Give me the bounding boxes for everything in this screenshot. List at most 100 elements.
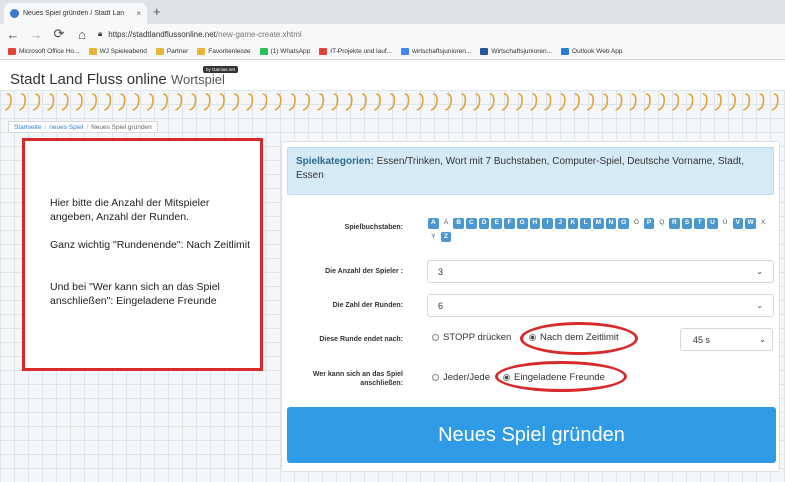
spiral-ring bbox=[33, 93, 41, 111]
forward-icon[interactable]: → bbox=[26, 27, 46, 42]
breadcrumb-home-link[interactable]: Startseite bbox=[14, 124, 41, 131]
join-everyone-radio[interactable]: Jeder/Jede bbox=[432, 372, 490, 383]
bookmark-item[interactable]: Outlook Web App bbox=[561, 48, 622, 55]
join-everyone-label: Jeder/Jede bbox=[443, 372, 491, 383]
spiral-ring bbox=[89, 93, 98, 111]
browser-tab[interactable]: Neues Spiel gründen / Stadt Lan × bbox=[4, 3, 147, 24]
letter-toggle-H[interactable]: H bbox=[529, 218, 541, 229]
bookmark-label: Microsoft Office Ho... bbox=[19, 48, 80, 55]
spiral-ring bbox=[132, 93, 140, 111]
spiral-ring bbox=[260, 93, 268, 111]
bookmark-label: Wirtschaftsjunioren... bbox=[491, 48, 553, 55]
letter-toggle-Ü[interactable]: Ü bbox=[720, 218, 731, 229]
bookmark-item[interactable]: WJ Spieleabend bbox=[88, 48, 147, 55]
letter-toggle-D[interactable]: D bbox=[478, 218, 490, 229]
bookmark-icon bbox=[259, 48, 268, 55]
spiral-ring bbox=[160, 93, 169, 111]
spiral-ring bbox=[402, 93, 410, 111]
letter-toggle-W[interactable]: W bbox=[745, 218, 756, 229]
create-game-button[interactable]: Neues Spiel gründen bbox=[287, 407, 776, 463]
brand-sub: Wortspiel bbox=[170, 72, 225, 87]
spiral-ring bbox=[558, 93, 566, 111]
url-field[interactable]: 🔒︎ https://stadtlandflussonline.net /new… bbox=[98, 29, 302, 39]
bookmark-item[interactable]: wirtschaftsjunioren... bbox=[401, 48, 471, 55]
letter-toggle-N[interactable]: N bbox=[605, 218, 617, 229]
new-tab-button[interactable]: + bbox=[153, 5, 161, 19]
bookmark-item[interactable]: (1) WhatsApp bbox=[259, 48, 311, 55]
letter-toggle-A[interactable]: A bbox=[428, 218, 439, 229]
letter-toggle-J[interactable]: J bbox=[554, 218, 566, 229]
reload-icon[interactable]: ⟳ bbox=[49, 26, 69, 42]
tab-title: Neues Spiel gründen / Stadt Lan bbox=[23, 10, 125, 17]
spiral-ring bbox=[75, 93, 83, 111]
letter-toggle-K[interactable]: K bbox=[567, 218, 579, 229]
time-limit-select[interactable]: 45 s ⌄ bbox=[680, 328, 773, 351]
round-end-stop-radio[interactable]: STOPP drücken bbox=[432, 332, 511, 343]
bookmark-item[interactable]: Partner bbox=[155, 48, 188, 55]
letter-toggle-Ö[interactable]: Ö bbox=[631, 218, 642, 229]
letter-toggle-P[interactable]: P bbox=[643, 218, 655, 229]
letter-toggle-X[interactable]: X bbox=[758, 218, 769, 229]
bookmark-item[interactable]: Microsoft Office Ho... bbox=[8, 48, 80, 55]
bookmark-icon bbox=[88, 48, 97, 55]
spiral-ring bbox=[47, 93, 55, 111]
highlight-ring bbox=[520, 322, 638, 355]
bookmark-label: WJ Spieleabend bbox=[99, 48, 147, 55]
annotation-text-2: Ganz wichtig "Rundenende": Nach Zeitlimi… bbox=[50, 239, 251, 251]
categories-label: Spielkategorien: bbox=[296, 156, 374, 167]
bookmark-label: (1) WhatsApp bbox=[270, 48, 311, 55]
url-path: /new-game-create.xhtml bbox=[215, 29, 302, 39]
spiral-ring bbox=[757, 93, 765, 111]
letter-toggle-Z[interactable]: Z bbox=[440, 231, 452, 243]
site-logo[interactable]: Stadt Land Fluss online Wortspiel bbox=[10, 71, 225, 88]
bookmark-item[interactable]: Favoritenleiste bbox=[197, 48, 251, 55]
spiral-ring bbox=[743, 93, 751, 111]
spiral-ring bbox=[515, 93, 524, 111]
spiral-ring bbox=[373, 93, 382, 111]
rounds-select[interactable]: 6 ⌄ bbox=[427, 294, 774, 317]
bookmark-item[interactable]: IT-Projekte und lauf... bbox=[319, 48, 392, 55]
letter-toggle-F[interactable]: F bbox=[504, 218, 515, 229]
letter-toggle-M[interactable]: M bbox=[592, 218, 604, 229]
letter-toggle-O[interactable]: O bbox=[618, 218, 629, 229]
spiral-ring bbox=[728, 93, 737, 111]
spiral-ring bbox=[459, 93, 467, 111]
spiral-ring bbox=[672, 93, 680, 111]
spiral-ring bbox=[643, 93, 651, 111]
game-settings-panel: Spielkategorien: Essen/Trinken, Wort mit… bbox=[281, 141, 780, 472]
round-end-stop-label: STOPP drücken bbox=[443, 332, 512, 343]
letter-toggle-E[interactable]: E bbox=[491, 218, 503, 229]
spiral-ring bbox=[601, 93, 609, 111]
letter-toggle-L[interactable]: L bbox=[580, 218, 591, 229]
spiral-ring bbox=[189, 93, 197, 111]
players-select[interactable]: 3 ⌄ bbox=[427, 260, 774, 283]
letter-toggle-S[interactable]: S bbox=[681, 218, 693, 229]
home-icon[interactable]: ⌂ bbox=[72, 27, 92, 42]
spiral-ring bbox=[359, 93, 367, 111]
players-value: 3 bbox=[438, 266, 444, 277]
letter-toggle-I[interactable]: I bbox=[542, 218, 553, 229]
spiral-ring bbox=[487, 93, 495, 111]
back-icon[interactable]: ← bbox=[3, 27, 23, 42]
letter-picker: AÄBCDEFGHIJKLMNOÖPQRSTUÜVWX YZ bbox=[428, 218, 778, 243]
letter-toggle-U[interactable]: U bbox=[707, 218, 718, 229]
letter-toggle-Q[interactable]: Q bbox=[656, 218, 667, 229]
spiral-ring bbox=[61, 93, 69, 111]
spiral-ring bbox=[274, 93, 282, 111]
letter-toggle-T[interactable]: T bbox=[694, 218, 706, 229]
breadcrumb-new-game-link[interactable]: neues Spiel bbox=[49, 124, 83, 131]
letter-toggle-Ä[interactable]: Ä bbox=[441, 218, 452, 229]
join-label: Wer kann sich an das Spiel anschließen: bbox=[312, 371, 403, 387]
bookmark-icon bbox=[480, 48, 489, 55]
letter-toggle-G[interactable]: G bbox=[516, 218, 528, 229]
letter-toggle-B[interactable]: B bbox=[453, 218, 465, 229]
spiral-ring bbox=[388, 93, 396, 111]
letter-toggle-V[interactable]: V bbox=[732, 218, 744, 229]
bookmark-label: Outlook Web App bbox=[572, 48, 623, 55]
close-tab-icon[interactable]: × bbox=[136, 9, 141, 18]
letter-toggle-Y[interactable]: Y bbox=[428, 232, 439, 243]
letter-toggle-C[interactable]: C bbox=[466, 218, 477, 229]
bookmark-item[interactable]: Wirtschaftsjunioren... bbox=[480, 48, 552, 55]
site-header: Stadt Land Fluss online Wortspiel by Gam… bbox=[0, 60, 785, 90]
letter-toggle-R[interactable]: R bbox=[669, 218, 680, 229]
